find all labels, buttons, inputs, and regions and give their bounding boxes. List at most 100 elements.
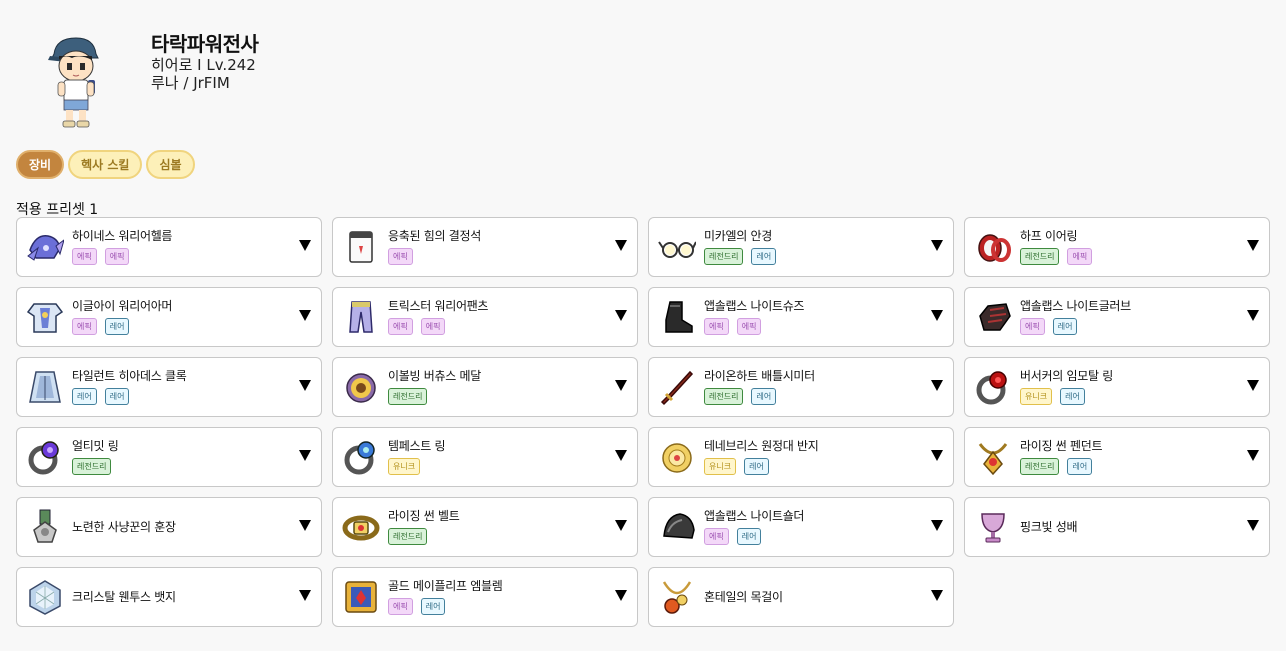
preset-label: 적용 프리셋 1: [16, 202, 99, 218]
helmet-icon: [25, 227, 65, 267]
potential-badge-epic: 에픽: [1067, 248, 1093, 265]
expand-caret-icon[interactable]: [615, 520, 627, 531]
equipment-card[interactable]: 라이징 썬 벨트 레전드리: [332, 497, 638, 557]
expand-caret-icon[interactable]: [615, 240, 627, 251]
potential-badge-epic: 에픽: [388, 248, 413, 265]
equipment-card[interactable]: 이글아이 워리어아머 에픽 레어: [16, 287, 322, 347]
item-info: 타일런트 히아데스 클록 레어 레어: [72, 357, 187, 417]
item-info: 골드 메이플리프 엠블렘 에픽 레어: [388, 567, 503, 627]
equipment-card[interactable]: 테네브리스 원정대 반지유니크 레어: [648, 427, 954, 487]
potential-badge-unique: 유니크: [704, 458, 737, 475]
expand-caret-icon[interactable]: [615, 590, 627, 601]
item-info: 앱솔랩스 나이트슈즈에픽 에픽: [704, 287, 804, 347]
item-name: 앱솔랩스 나이트숄더: [704, 509, 805, 523]
tab-hexa-skill[interactable]: 헥사 스킬: [68, 150, 143, 179]
item-info: 앱솔랩스 나이트글러브 에픽 레어: [1020, 287, 1131, 347]
equipment-card[interactable]: 응축된 힘의 결정석 에픽: [332, 217, 638, 277]
expand-caret-icon[interactable]: [931, 520, 943, 531]
item-name: 크리스탈 웬투스 뱃지: [72, 590, 176, 604]
equipment-card[interactable]: 버서커의 임모탈 링유니크 레어: [964, 357, 1270, 417]
ring-purple-icon: [25, 437, 65, 477]
potential-badge-legendary: 레전드리: [388, 388, 428, 405]
expand-caret-icon[interactable]: [615, 310, 627, 321]
potential-badge-legendary: 레전드리: [704, 248, 744, 265]
expand-caret-icon[interactable]: [931, 240, 943, 251]
potential-badge-legendary: 레전드리: [1020, 458, 1060, 475]
expand-caret-icon[interactable]: [931, 590, 943, 601]
equipment-card[interactable]: 핑크빛 성배: [964, 497, 1270, 557]
expand-caret-icon[interactable]: [615, 450, 627, 461]
equipment-card[interactable]: 골드 메이플리프 엠블렘 에픽 레어: [332, 567, 638, 627]
potential-badges: 에픽 에픽: [388, 318, 488, 335]
expand-caret-icon[interactable]: [299, 240, 311, 251]
expand-caret-icon[interactable]: [1247, 450, 1259, 461]
item-name: 템페스트 링: [388, 439, 446, 453]
equipment-card[interactable]: 미카엘의 안경 레전드리 레어: [648, 217, 954, 277]
expand-caret-icon[interactable]: [1247, 310, 1259, 321]
equipment-card[interactable]: 크리스탈 웬투스 뱃지: [16, 567, 322, 627]
item-name: 라이징 썬 펜던트: [1020, 439, 1103, 453]
equipment-card[interactable]: 앱솔랩스 나이트숄더 에픽 레어: [648, 497, 954, 557]
potential-badges: 레전드리: [388, 528, 459, 545]
tab-equipment[interactable]: 장비: [16, 150, 65, 179]
equipment-card[interactable]: 얼티밋 링 레전드리: [16, 427, 322, 487]
glasses-icon: [657, 227, 697, 267]
equipment-card[interactable]: 하프 이어링 레전드리 에픽: [964, 217, 1270, 277]
potential-badge-epic: 에픽: [388, 598, 413, 615]
item-info: 테네브리스 원정대 반지유니크 레어: [704, 427, 819, 487]
expand-caret-icon[interactable]: [1247, 520, 1259, 531]
equipment-card[interactable]: 라이징 썬 펜던트 레전드리 레어: [964, 427, 1270, 487]
glove-icon: [973, 297, 1013, 337]
expand-caret-icon[interactable]: [299, 450, 311, 461]
expand-caret-icon[interactable]: [931, 380, 943, 391]
equipment-card[interactable]: 하이네스 워리어헬름 에픽 에픽: [16, 217, 322, 277]
item-name: 핑크빛 성배: [1020, 520, 1078, 534]
potential-badge-unique: 유니크: [1020, 388, 1053, 405]
potential-badge-epic: 에픽: [104, 248, 130, 265]
expand-caret-icon[interactable]: [931, 450, 943, 461]
equipment-card[interactable]: 앱솔랩스 나이트글러브 에픽 레어: [964, 287, 1270, 347]
item-name: 버서커의 임모탈 링: [1020, 369, 1113, 383]
equipment-card[interactable]: 템페스트 링 유니크: [332, 427, 638, 487]
shoes-icon: [657, 297, 697, 337]
equipment-card[interactable]: 이볼빙 버츄스 메달 레전드리: [332, 357, 638, 417]
potential-badges: 유니크 레어: [704, 458, 818, 475]
item-info: 라이온하트 배틀시미터 레전드리 레어: [704, 357, 815, 417]
tab-symbol[interactable]: 심볼: [146, 150, 195, 179]
expand-caret-icon[interactable]: [615, 380, 627, 391]
equipment-card[interactable]: 트릭스터 워리어팬츠에픽 에픽: [332, 287, 638, 347]
expand-caret-icon[interactable]: [299, 380, 311, 391]
crystal-badge-icon: [25, 577, 65, 617]
potential-badges: 유니크 레어: [1020, 388, 1113, 405]
potential-badges: 에픽 에픽: [704, 318, 804, 335]
item-name: 테네브리스 원정대 반지: [704, 439, 819, 453]
item-info: 미카엘의 안경 레전드리 레어: [704, 217, 777, 277]
expand-caret-icon[interactable]: [299, 310, 311, 321]
potential-badge-rare: 레어: [104, 388, 130, 405]
equipment-card[interactable]: 노련한 사냥꾼의 훈장: [16, 497, 322, 557]
potential-badges: 레전드리 레어: [704, 388, 815, 405]
potential-badge-legendary: 레전드리: [1020, 248, 1060, 265]
item-name: 트릭스터 워리어팬츠: [388, 299, 489, 313]
chalice-icon: [973, 507, 1013, 547]
expand-caret-icon[interactable]: [299, 590, 311, 601]
potential-badges: 레전드리: [388, 388, 481, 405]
equipment-card[interactable]: 앱솔랩스 나이트슈즈에픽 에픽: [648, 287, 954, 347]
expand-caret-icon[interactable]: [299, 520, 311, 531]
item-name: 얼티밋 링: [72, 439, 119, 453]
expand-caret-icon[interactable]: [931, 310, 943, 321]
expand-caret-icon[interactable]: [1247, 240, 1259, 251]
potential-badges: 에픽 에픽: [72, 248, 172, 265]
expand-caret-icon[interactable]: [1247, 380, 1259, 391]
equipment-card[interactable]: 라이온하트 배틀시미터 레전드리 레어: [648, 357, 954, 417]
potential-badge-epic: 에픽: [704, 318, 729, 335]
item-info: 이글아이 워리어아머 에픽 레어: [72, 287, 172, 347]
item-info: 하이네스 워리어헬름 에픽 에픽: [72, 217, 172, 277]
equipment-card[interactable]: 타일런트 히아데스 클록 레어 레어: [16, 357, 322, 417]
item-name: 앱솔랩스 나이트슈즈: [704, 299, 805, 313]
potential-badge-epic: 에픽: [72, 248, 97, 265]
character-job-level: 히어로 I Lv.242: [151, 56, 256, 74]
potential-badge-epic: 에픽: [1020, 318, 1045, 335]
item-info: 이볼빙 버츄스 메달 레전드리: [388, 357, 481, 417]
equipment-card[interactable]: 혼테일의 목걸이: [648, 567, 954, 627]
